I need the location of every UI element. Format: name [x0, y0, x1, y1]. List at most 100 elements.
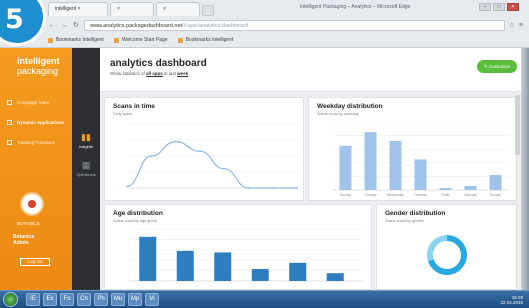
bookmark-label: Bookmarks Intelligent [185, 37, 234, 43]
star-icon[interactable]: ☆ [509, 21, 515, 29]
x-tick-label: Saturday [464, 193, 477, 197]
clock-date: 22.04.2016 [500, 300, 523, 305]
bookmark-icon [177, 37, 183, 43]
bar [326, 273, 344, 281]
x-tick-label: Wednesday [387, 193, 404, 197]
address-url: www.analytics.packagedashboard.net [90, 22, 183, 29]
x-tick-label: Sunday [490, 193, 501, 197]
menu-icon[interactable]: ≡ [519, 22, 523, 29]
bar [464, 185, 477, 190]
data-point [198, 150, 201, 153]
bar [439, 187, 452, 190]
user-name: Botanica Admin [13, 234, 34, 246]
series-line [126, 140, 297, 189]
sidebar-item-tracking-functions[interactable]: Tracking Functions [7, 140, 55, 146]
window-edge [521, 48, 529, 290]
forward-arrow-icon[interactable]: → [60, 22, 68, 29]
sidebar-item-campaign-sites[interactable]: Campaign Sites [7, 100, 49, 106]
bar [489, 175, 502, 190]
taskbar-app-icon[interactable]: Ex [43, 293, 57, 306]
bookmark-item[interactable]: Bookmarks Intelligent [48, 37, 104, 43]
taskbar-app-icon[interactable]: Fo [60, 293, 74, 306]
brand-line-2: packaging [17, 66, 59, 76]
weekday-distribution-card: Weekday distribution Scans count by week… [308, 97, 517, 201]
main-content: analytics dashboard Show statistics of a… [100, 48, 521, 290]
age-bar-chart [129, 228, 363, 282]
subtitle-prefix: Show statistics of [110, 71, 145, 76]
scans-line-chart [126, 123, 298, 189]
bookmark-icon [113, 37, 119, 43]
brand-logo: intelligent packaging [17, 56, 60, 76]
data-point [174, 140, 177, 143]
back-arrow-icon[interactable]: ← [48, 22, 56, 29]
brand-line-1: intelligent [17, 56, 60, 66]
window-title: Intelligent Packaging – Analytics – Micr… [300, 4, 411, 10]
bookmark-item[interactable]: Bookmarks Intelligent [177, 37, 234, 43]
close-window-button[interactable]: × [507, 3, 519, 11]
minimize-button[interactable]: – [479, 3, 491, 11]
apps-filter-link[interactable]: all apps [146, 71, 163, 76]
user-line-2: Admin [13, 240, 29, 246]
taskbar-app-icon[interactable]: Mu [111, 293, 125, 306]
bar [139, 236, 157, 281]
step-number: 5 [5, 4, 24, 35]
x-tick-label: Thursday [414, 193, 428, 197]
rail-item-insights[interactable]: ▮▮ Insights [72, 132, 100, 149]
gender-donut-chart [427, 235, 467, 275]
bar [364, 132, 377, 190]
taskbar: IE Ex Fo Ch Ph Mu Mp Vi 15:20 22.04.2016 [0, 290, 529, 308]
taskbar-app-icon[interactable]: IE [26, 293, 40, 306]
donut-slice [427, 235, 448, 262]
tab-label: × [163, 6, 166, 12]
data-point [296, 187, 298, 189]
scrollbar[interactable] [515, 95, 520, 155]
tab-bar: intelligent × × × [48, 2, 214, 16]
browser-chrome: intelligent × × × Intelligent Packaging … [0, 0, 529, 48]
reload-icon[interactable]: ↻ [72, 21, 80, 29]
maximize-button[interactable]: □ [493, 3, 505, 11]
address-row: ← → ↻ www.analytics.packagedashboard.net… [48, 18, 523, 32]
sidebar-item-label: Tracking Functions [17, 140, 55, 145]
sidebar-item-label: Dynamic Applications [17, 120, 64, 125]
window-controls: – □ × [479, 3, 519, 11]
start-button[interactable] [3, 292, 18, 307]
rail-item-operations[interactable]: ▦ Operations [72, 160, 100, 177]
period-filter-link[interactable]: week [177, 71, 188, 76]
sidebar-item-dynamic-applications[interactable]: Dynamic Applications [7, 120, 64, 126]
grid-icon: ▦ [81, 160, 91, 170]
sidebar: intelligent packaging Campaign Sites Dyn… [0, 48, 72, 290]
taskbar-app-icon[interactable]: Ch [77, 293, 91, 306]
page-subtitle: Show statistics of all apps in last week [110, 71, 188, 76]
app-icon [7, 120, 12, 125]
x-tick-label: Tuesday [364, 193, 377, 197]
bar [389, 141, 402, 190]
new-tab-button[interactable] [202, 5, 214, 16]
logout-button[interactable]: Log out [20, 258, 50, 266]
browser-tab[interactable]: × [110, 2, 154, 16]
customize-button[interactable]: ✎ Customize [477, 60, 517, 73]
module-rail: ▮▮ Insights ▦ Operations [72, 48, 100, 290]
address-bar[interactable]: www.analytics.packagedashboard.net/#!app… [84, 19, 505, 31]
gender-distribution-card: Gender distribution Scans count by gende… [376, 204, 517, 290]
bar [214, 252, 232, 281]
rail-item-label: Operations [76, 172, 96, 177]
taskbar-app-icon[interactable]: Ph [94, 293, 108, 306]
bookmark-label: Bookmarks Intelligent [56, 37, 104, 43]
bookmark-item[interactable]: Welcome Start Page [113, 37, 168, 43]
system-tray[interactable]: 15:20 22.04.2016 [500, 295, 523, 305]
tab-label: intelligent × [55, 6, 81, 12]
taskbar-app-icon[interactable]: Mp [128, 293, 142, 306]
subtitle-mid: in last [164, 71, 176, 76]
data-point [150, 155, 153, 157]
page-title: analytics dashboard [110, 58, 207, 69]
bookmark-icon [48, 37, 53, 43]
avatar[interactable] [20, 192, 44, 216]
browser-tab-active[interactable]: intelligent × [48, 2, 108, 16]
page-icon [7, 100, 12, 105]
taskbar-app-icon[interactable]: Vi [145, 293, 159, 306]
browser-tab[interactable]: × [156, 2, 200, 16]
rail-item-label: Insights [79, 144, 93, 149]
customize-label: Customize [488, 64, 511, 69]
data-point [247, 187, 250, 189]
data-point [223, 167, 226, 170]
